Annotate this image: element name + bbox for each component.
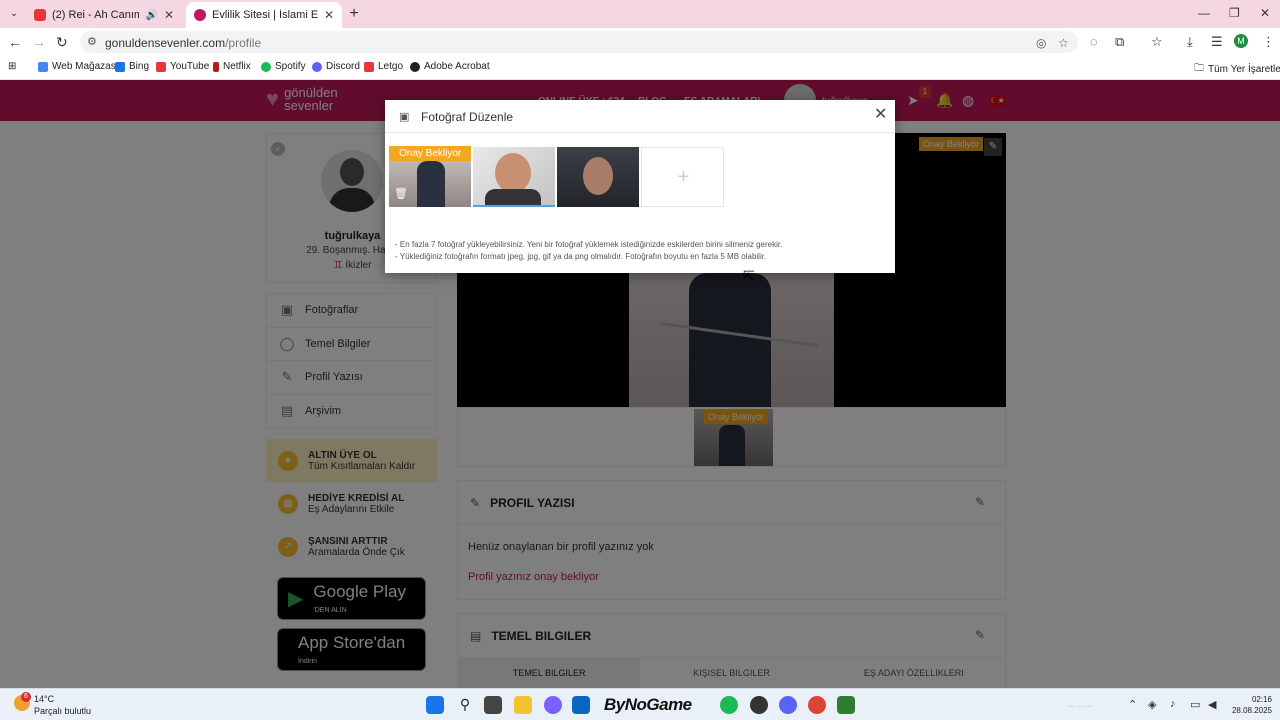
task-view-icon[interactable]	[484, 696, 502, 714]
bookmark-star-icon[interactable]: ☆	[1058, 36, 1069, 50]
tab-evlilik[interactable]: Evlilik Sitesi | İslami Evlilik Sitesi ✕	[186, 2, 342, 28]
bookmark-netflix[interactable]: Netflix	[213, 61, 251, 72]
copilot-icon[interactable]	[544, 696, 562, 714]
bookmarks-bar: ⊞ Web Mağazası Bing YouTube Netflix Spot…	[0, 56, 1280, 80]
modal-note-1: - En fazla 7 fotoğraf yükleyebilirsiniz.…	[395, 240, 783, 249]
reload-icon[interactable]: ↻	[56, 34, 68, 50]
folder-icon: 🗀	[1194, 63, 1204, 74]
netflix-icon	[213, 61, 219, 72]
tab-youtube[interactable]: (2) Rei - Ah Canım Sevgilim 🔊 ✕	[26, 2, 182, 28]
profile-avatar[interactable]: M	[1234, 34, 1248, 48]
store-icon	[38, 61, 48, 72]
tab-strip: ⌄ (2) Rei - Ah Canım Sevgilim 🔊 ✕ Evlili…	[0, 0, 1280, 28]
close-icon[interactable]: ✕	[874, 107, 887, 123]
weather-condition: Parçalı bulutlu	[34, 706, 92, 716]
eye-off-icon[interactable]: ◎	[1036, 36, 1046, 50]
bynogame-app[interactable]: ByNoGame	[604, 695, 692, 715]
store-app-icon[interactable]	[572, 696, 590, 714]
download-icon[interactable]: ⤓	[1187, 34, 1193, 50]
weather-badge: 6	[21, 692, 31, 702]
all-bookmarks[interactable]: 🗀 Tüm Yer İşaretleri	[1194, 61, 1280, 78]
modal-title: Fotoğraf Düzenle	[421, 110, 514, 124]
windows-watermark: — — —	[1068, 703, 1093, 710]
tab-title: Evlilik Sitesi | İslami Evlilik Sitesi	[212, 9, 318, 21]
close-window-icon[interactable]: ✕	[1260, 6, 1270, 20]
bookmark-web-magazasi[interactable]: Web Mağazası	[38, 61, 119, 72]
close-tab-icon[interactable]: ✕	[324, 8, 334, 22]
bookmark-letgo[interactable]: Letgo	[364, 61, 403, 72]
bookmark-discord[interactable]: Discord	[312, 61, 360, 72]
modal-note-2: - Yüklediğiniz fotoğrafın formatı jpeg, …	[395, 252, 767, 261]
address-bar[interactable]: ⚙ gonuldensevenler.com/profile ◎ ☆	[80, 31, 1078, 53]
display-icon[interactable]: ▭	[1190, 698, 1200, 711]
new-tab-button[interactable]: +	[345, 5, 363, 23]
menu-icon[interactable]: ⋮	[1262, 34, 1275, 50]
volume-icon[interactable]: ◀	[1208, 698, 1216, 711]
youtube-icon	[156, 61, 166, 72]
steam-app-icon[interactable]	[750, 696, 768, 714]
spotify-icon	[261, 61, 271, 72]
speaker-icon[interactable]: 🔊	[145, 10, 157, 21]
image-icon: ▣	[399, 111, 410, 123]
chevron-up-icon[interactable]: ⌃	[1128, 698, 1137, 711]
favorites-icon[interactable]: ☆	[1151, 34, 1163, 50]
letgo-icon	[364, 61, 374, 72]
apps-icon[interactable]: ⊞	[8, 61, 16, 72]
mouse-cursor-icon: ⇱	[743, 268, 755, 284]
bookmark-spotify[interactable]: Spotify	[261, 61, 306, 72]
puzzle-icon[interactable]: ⧉	[1115, 34, 1124, 50]
media-icon[interactable]: ☰	[1211, 34, 1223, 50]
close-tab-icon[interactable]: ✕	[164, 8, 174, 22]
microphone-icon[interactable]: ♪	[1170, 698, 1176, 710]
discord-icon	[312, 61, 322, 72]
bing-icon	[115, 61, 125, 72]
acrobat-icon	[410, 61, 420, 72]
pending-approval-badge: Onay Bekliyor	[389, 146, 472, 161]
file-explorer-icon[interactable]	[514, 696, 532, 714]
windows-start-icon[interactable]	[426, 696, 444, 714]
modal-photo-3[interactable]	[557, 147, 639, 207]
search-icon[interactable]: ⚲	[456, 696, 474, 714]
taskbar: 6 14°C Parçalı bulutlu ⚲ ByNoGame — — — …	[0, 688, 1280, 720]
extension-icon[interactable]: ◌	[1090, 34, 1098, 49]
tab-search-icon[interactable]: ⌄	[5, 5, 23, 23]
forward-icon[interactable]: →	[32, 34, 46, 50]
add-photo-button[interactable]: +	[641, 147, 724, 207]
clock[interactable]: 02:16 28.08.2025	[1228, 694, 1272, 716]
tab-title: (2) Rei - Ah Canım Sevgilim	[52, 9, 140, 21]
bookmark-adobe-acrobat[interactable]: Adobe Acrobat	[410, 61, 490, 72]
network-icon[interactable]: ◈	[1148, 698, 1156, 711]
chrome-app-icon[interactable]	[808, 696, 826, 714]
youtube-favicon-icon	[34, 9, 46, 21]
temperature: 14°C	[34, 694, 55, 704]
site-info-icon[interactable]: ⚙	[87, 35, 97, 48]
spotify-app-icon[interactable]	[720, 696, 738, 714]
site-favicon-icon	[194, 9, 206, 21]
modal-photo-2[interactable]	[473, 147, 555, 207]
trash-icon[interactable]: 🗑	[394, 187, 408, 201]
terminal-app-icon[interactable]	[837, 696, 855, 714]
restore-icon[interactable]: ❐	[1229, 6, 1240, 20]
minimize-icon[interactable]: —	[1198, 6, 1210, 20]
plus-icon: +	[677, 166, 690, 188]
back-icon[interactable]: ←	[8, 34, 22, 50]
bookmark-youtube[interactable]: YouTube	[156, 61, 209, 72]
bookmark-bing[interactable]: Bing	[115, 61, 149, 72]
browser-toolbar: ← → ↻ ⚙ gonuldensevenler.com/profile ◎ ☆…	[0, 28, 1280, 56]
photo-edit-modal: ▣ Fotoğraf Düzenle ✕ + Onay Bekliyor 🗑 -…	[385, 100, 895, 273]
url-text: gonuldensevenler.com/profile	[105, 36, 262, 50]
discord-app-icon[interactable]	[779, 696, 797, 714]
